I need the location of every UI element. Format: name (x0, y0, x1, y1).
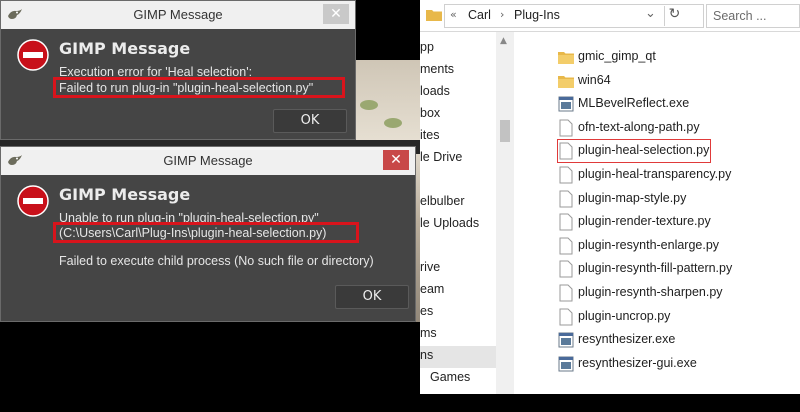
file-name: win64 (578, 73, 611, 87)
exe-icon (558, 332, 574, 348)
breadcrumb-plugins[interactable]: Plug-Ins (514, 8, 560, 22)
file-icon (559, 237, 573, 255)
file-icon (559, 119, 573, 137)
refresh-button[interactable]: ↻ (664, 6, 684, 26)
nav-item[interactable]: rive (420, 260, 440, 274)
close-button[interactable]: ✕ (323, 4, 349, 24)
error-reason: Failed to execute child process (No such… (59, 254, 374, 268)
nav-item[interactable]: eam (420, 282, 444, 296)
list-item[interactable]: ofn-text-along-path.py (558, 117, 798, 139)
exe-icon (558, 356, 574, 372)
close-button[interactable]: ✕ (383, 150, 409, 170)
file-name: ofn-text-along-path.py (578, 120, 700, 134)
file-icon (559, 260, 573, 278)
list-item[interactable]: win64 (558, 70, 798, 92)
error-stop-icon (17, 185, 49, 217)
file-name: gmic_gimp_qt (578, 49, 656, 63)
list-item[interactable]: plugin-heal-transparency.py (558, 164, 798, 186)
file-icon (559, 213, 573, 231)
canvas-leaf (360, 100, 378, 110)
ok-button[interactable]: OK (273, 109, 347, 133)
folder-icon (558, 52, 574, 64)
dialog-heading: GIMP Message (59, 185, 191, 204)
nav-item[interactable]: elbulber (420, 194, 464, 208)
scrollbar-thumb[interactable] (500, 120, 510, 142)
file-icon (559, 166, 573, 184)
nav-scrollbar[interactable]: ▲ (496, 32, 514, 394)
dialog-titlebar: GIMP Message ✕ (1, 1, 355, 29)
list-item[interactable]: resynthesizer.exe (558, 329, 798, 351)
nav-item[interactable]: loads (420, 84, 450, 98)
file-list: gmic_gimp_qt win64 MLBevelReflect.exe of… (514, 32, 800, 394)
nav-item[interactable]: le Drive (420, 150, 462, 164)
nav-item[interactable]: ms (420, 326, 437, 340)
nav-item[interactable]: le Uploads (420, 216, 479, 230)
file-explorer: « Carl › Plug-Ins ⌄ ↻ Search ... pp ment… (420, 0, 800, 394)
highlight-box (53, 77, 345, 98)
file-icon (559, 142, 573, 160)
list-item[interactable]: plugin-render-texture.py (558, 211, 798, 233)
dialog-title: GIMP Message (163, 153, 253, 168)
list-item[interactable]: plugin-resynth-enlarge.py (558, 235, 798, 257)
dialog-titlebar: GIMP Message ✕ (1, 147, 415, 175)
list-item[interactable]: plugin-resynth-sharpen.py (558, 282, 798, 304)
nav-item[interactable]: es (420, 304, 433, 318)
nav-item[interactable]: pp (420, 40, 434, 54)
list-item[interactable]: plugin-map-style.py (558, 188, 798, 210)
breadcrumb-separator: › (500, 8, 505, 21)
nav-item[interactable]: box (420, 106, 440, 120)
list-item[interactable]: plugin-uncrop.py (558, 306, 798, 328)
breadcrumb-overflow[interactable]: « (450, 8, 457, 21)
exe-icon (558, 96, 574, 112)
background-black (0, 322, 420, 412)
nav-item[interactable]: ns (420, 348, 433, 362)
navigation-pane: pp ments loads box ites le Drive elbulbe… (420, 32, 496, 394)
file-icon (559, 190, 573, 208)
address-bar: « Carl › Plug-Ins ⌄ ↻ Search ... (420, 0, 800, 32)
list-item[interactable]: resynthesizer-gui.exe (558, 353, 798, 375)
gimp-message-dialog-1: GIMP Message ✕ GIMP Message Execution er… (0, 0, 356, 140)
file-icon (559, 308, 573, 326)
list-item[interactable]: plugin-resynth-fill-pattern.py (558, 258, 798, 280)
chevron-down-icon[interactable]: ⌄ (645, 6, 656, 21)
file-name: plugin-render-texture.py (578, 214, 711, 228)
file-name: plugin-resynth-sharpen.py (578, 285, 723, 299)
file-name: plugin-heal-selection.py (578, 143, 710, 157)
gimp-message-dialog-2: GIMP Message ✕ GIMP Message Unable to ru… (0, 146, 416, 322)
error-stop-icon (17, 39, 49, 71)
canvas-leaf (384, 118, 402, 128)
breadcrumb-carl[interactable]: Carl (468, 8, 491, 22)
scroll-up-icon[interactable]: ▲ (500, 36, 507, 46)
dialog-title: GIMP Message (133, 7, 223, 22)
search-input[interactable]: Search ... (706, 4, 800, 28)
file-name: plugin-uncrop.py (578, 309, 671, 323)
file-name: plugin-resynth-fill-pattern.py (578, 261, 733, 275)
file-name: plugin-map-style.py (578, 191, 687, 205)
file-name: MLBevelReflect.exe (578, 96, 690, 110)
nav-item[interactable]: Games (430, 370, 470, 384)
ok-button[interactable]: OK (335, 285, 409, 309)
highlight-box (53, 222, 359, 243)
nav-item[interactable]: ites (420, 128, 439, 142)
nav-item[interactable]: ments (420, 62, 454, 76)
file-name: resynthesizer-gui.exe (578, 356, 697, 370)
file-icon (559, 284, 573, 302)
list-item[interactable]: gmic_gimp_qt (558, 46, 798, 68)
file-name: plugin-resynth-enlarge.py (578, 238, 720, 252)
file-name: plugin-heal-transparency.py (578, 167, 732, 181)
folder-icon (426, 10, 442, 21)
file-name: resynthesizer.exe (578, 332, 676, 346)
list-item[interactable]: MLBevelReflect.exe (558, 93, 798, 115)
list-item-highlighted[interactable]: plugin-heal-selection.py (557, 139, 711, 163)
dialog-heading: GIMP Message (59, 39, 191, 58)
folder-icon (558, 76, 574, 88)
